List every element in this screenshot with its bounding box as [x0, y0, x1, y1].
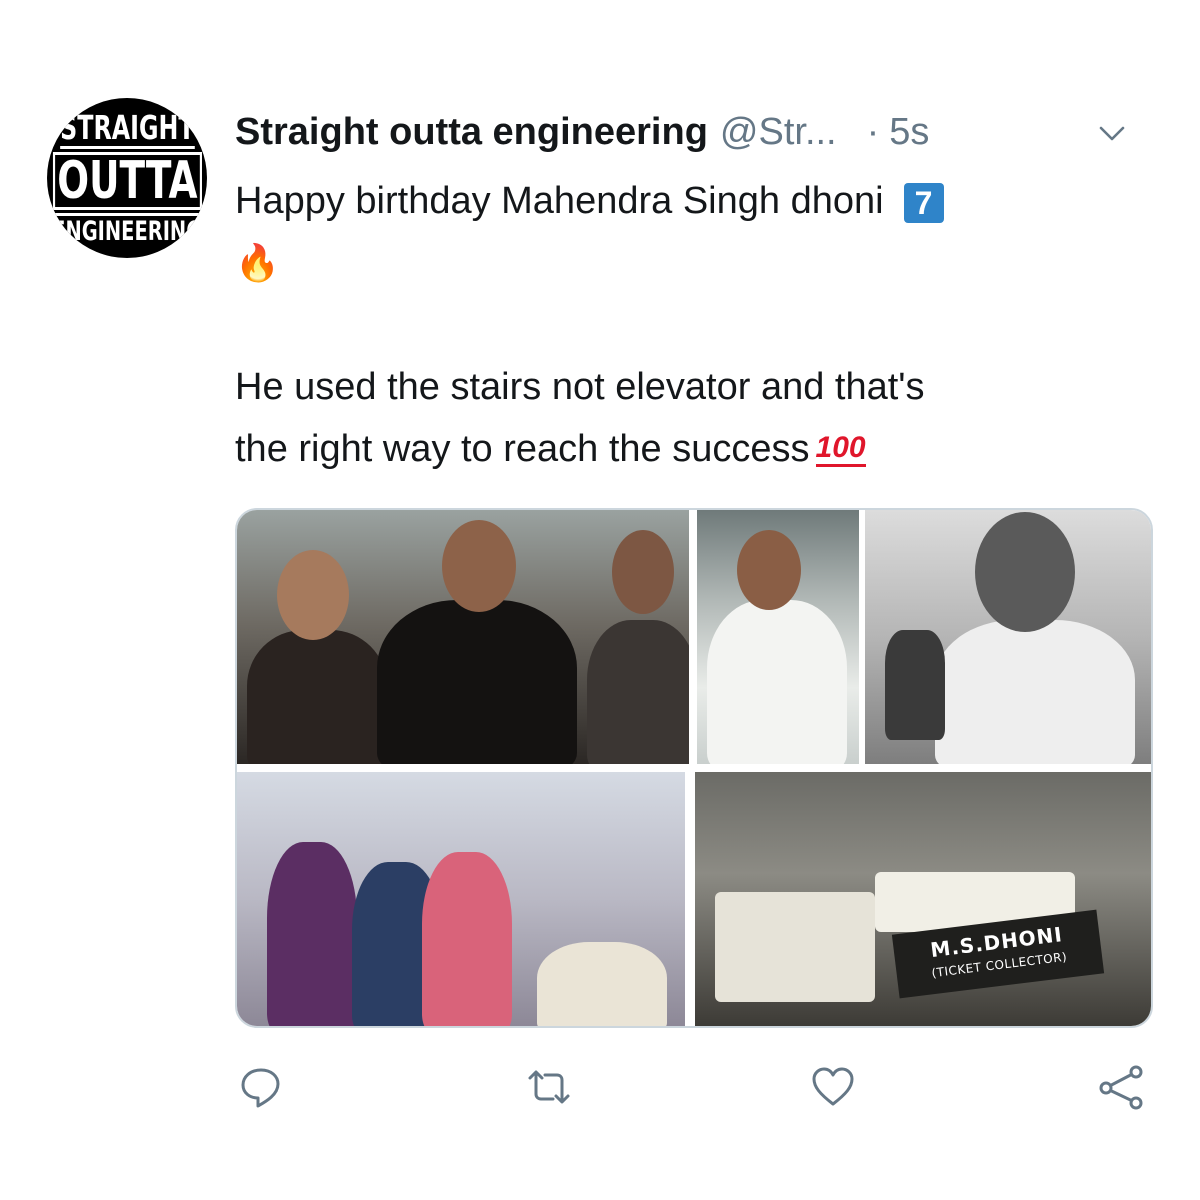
account-handle[interactable]: @Str...: [720, 111, 837, 154]
tweet-body: Happy birthday Mahendra Singh dhoni 7 🔥 H…: [235, 170, 1135, 480]
photo-trophy[interactable]: [865, 510, 1151, 764]
keycap-seven-emoji: 7: [903, 182, 944, 223]
tweet-line-4: the right way to reach the success 100: [235, 418, 1135, 480]
avatar-text-top: STRAIGHT: [59, 108, 195, 149]
tweet-text-greeting: Happy birthday Mahendra Singh dhoni: [235, 180, 884, 222]
photo-cricket-player[interactable]: [697, 510, 859, 764]
tweet-text-success: the right way to reach the success: [235, 428, 810, 470]
reply-icon[interactable]: [238, 1064, 284, 1110]
photo-collage[interactable]: M.S.DHONI (TICKET COLLECTOR): [235, 508, 1153, 1028]
tweet-timestamp[interactable]: 5s: [889, 111, 929, 154]
heart-icon[interactable]: [810, 1064, 856, 1110]
account-name[interactable]: Straight outta engineering: [235, 111, 708, 154]
photo-ticket-collector-desk[interactable]: M.S.DHONI (TICKET COLLECTOR): [695, 772, 1151, 1026]
tweet-actions-bar: [0, 1050, 1200, 1120]
tweet-line-3: He used the stairs not elevator and that…: [235, 366, 925, 408]
share-icon[interactable]: [1098, 1064, 1144, 1110]
separator-dot: ·: [866, 110, 880, 153]
profile-avatar[interactable]: STRAIGHT OUTTA ENGINEERING: [47, 98, 207, 258]
retweet-icon[interactable]: [526, 1064, 572, 1110]
tweet-line-2: 🔥: [235, 232, 1135, 294]
avatar-text-middle: OUTTA: [52, 152, 202, 210]
tweet-line-1: Happy birthday Mahendra Singh dhoni 7: [235, 170, 1135, 232]
tweet-header: Straight outta engineering @Str... · 5s: [235, 106, 1155, 158]
photo-group-portrait[interactable]: [237, 510, 689, 764]
chevron-down-icon[interactable]: [1099, 120, 1125, 146]
photo-family[interactable]: [237, 772, 685, 1026]
fire-emoji: 🔥: [235, 242, 280, 283]
avatar-text-bottom: ENGINEERING: [52, 213, 203, 245]
hundred-points-emoji: 100: [815, 433, 866, 468]
